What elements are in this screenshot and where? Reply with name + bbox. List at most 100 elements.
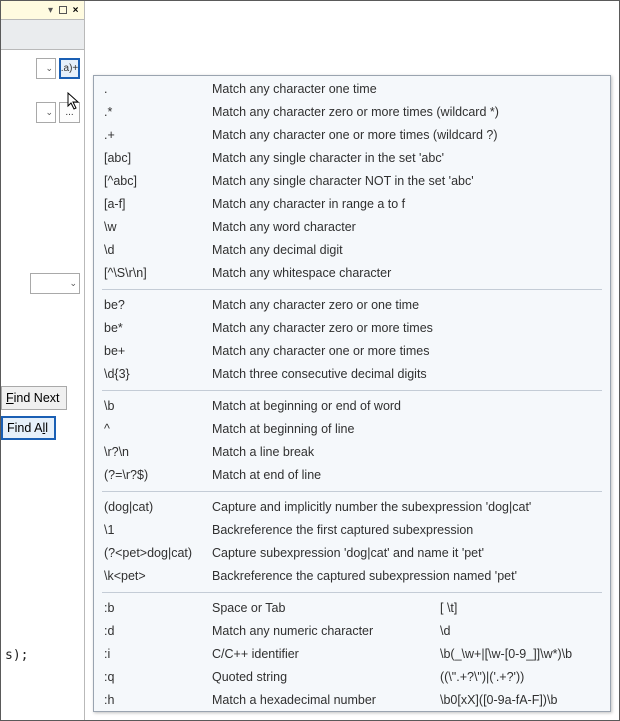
regex-menu-item[interactable]: \bMatch at beginning or end of word [94,395,610,418]
regex-description: Match any character zero or more times (… [212,103,600,122]
regex-pattern: :i [104,645,212,664]
regex-menu-item[interactable]: :bSpace or Tab[ \t] [94,597,610,620]
regex-description: Match at beginning of line [212,420,600,439]
regex-equivalent: \d [440,622,600,641]
regex-pattern: :b [104,599,212,618]
regex-description: Match any character one or more times (w… [212,126,600,145]
code-fragment: s); [5,648,28,663]
regex-menu-item[interactable]: :qQuoted string((\".+?\")|('.+?')) [94,666,610,689]
regex-menu-item[interactable]: be+Match any character one or more times [94,340,610,363]
regex-pattern: be? [104,296,212,315]
regex-description: Match any single character NOT in the se… [212,172,600,191]
regex-pattern: (dog|cat) [104,498,212,517]
regex-pattern: \w [104,218,212,237]
regex-description: Match any character in range a to f [212,195,600,214]
regex-menu-item[interactable]: .+Match any character one or more times … [94,124,610,147]
replace-with-combo[interactable]: ⌄ [36,102,56,123]
chevron-down-icon: ⌄ [69,278,77,289]
regex-menu-item[interactable]: \wMatch any word character [94,216,610,239]
regex-menu-item[interactable]: :iC/C++ identifier\b(_\w+|[\w-[0-9_]]\w*… [94,643,610,666]
regex-equivalent: ((\".+?\")|('.+?')) [440,668,600,687]
chevron-down-icon: ⌄ [45,107,53,118]
find-all-label: Find All [7,421,48,435]
regex-pattern: .* [104,103,212,122]
regex-menu-item[interactable]: \1Backreference the first captured subex… [94,519,610,542]
regex-pattern: (?=\r?$) [104,466,212,485]
regex-description: Match any character one time [212,80,600,99]
regex-description: Quoted string [212,668,440,687]
find-what-combo[interactable]: ⌄ [36,58,56,79]
titlebar: ▾ × [1,1,85,20]
regex-equivalent: \b0[xX]([0-9a-fA-F])\b [440,691,600,710]
find-next-row: Find Next [1,386,85,410]
regex-menu-item[interactable]: .*Match any character zero or more times… [94,101,610,124]
regex-pattern: \r?\n [104,443,212,462]
regex-menu-item[interactable]: .Match any character one time [94,78,610,101]
browse-button[interactable]: ... [59,102,80,123]
regex-pattern: [abc] [104,149,212,168]
find-next-label: Find Next [6,391,60,405]
separator [102,491,602,492]
regex-pattern: \b [104,397,212,416]
regex-pattern: :h [104,691,212,710]
regex-pattern: \d{3} [104,365,212,384]
maximize-icon[interactable] [59,6,67,14]
regex-description: Backreference the captured subexpression… [212,567,600,586]
regex-description: C/C++ identifier [212,645,440,664]
regex-description: Backreference the first captured subexpr… [212,521,600,540]
regex-pattern: (?<pet>dog|cat) [104,544,212,563]
regex-description: Match any whitespace character [212,264,600,283]
regex-description: Match any numeric character [212,622,440,641]
find-dialog-panel: ⌄ .a)+ ⌄ ... ⌄ Find Next Find All s); [1,50,85,720]
regex-menu-item[interactable]: :dMatch any numeric character\d [94,620,610,643]
regex-description: Match any decimal digit [212,241,600,260]
regex-description: Match a hexadecimal number [212,691,440,710]
regex-description: Match any character zero or one time [212,296,600,315]
regex-pattern: \1 [104,521,212,540]
regex-pattern: be+ [104,342,212,361]
regex-description: Match at beginning or end of word [212,397,600,416]
regex-menu-item[interactable]: (dog|cat)Capture and implicitly number t… [94,496,610,519]
regex-pattern: :d [104,622,212,641]
chevron-down-icon: ⌄ [45,63,53,74]
regex-equivalent: [ \t] [440,599,600,618]
separator [102,289,602,290]
regex-description: Match any character one or more times [212,342,600,361]
regex-menu-item[interactable]: \r?\nMatch a line break [94,441,610,464]
regex-pattern: [a-f] [104,195,212,214]
regex-menu-item[interactable]: (?=\r?$)Match at end of line [94,464,610,487]
regex-pattern: .+ [104,126,212,145]
find-all-button[interactable]: Find All [1,416,56,440]
regex-menu-item[interactable]: \d{3}Match three consecutive decimal dig… [94,363,610,386]
regex-menu-item[interactable]: be*Match any character zero or more time… [94,317,610,340]
regex-description: Match any word character [212,218,600,237]
regex-menu-item[interactable]: [^\S\r\n]Match any whitespace character [94,262,610,285]
regex-menu-item[interactable]: \dMatch any decimal digit [94,239,610,262]
regex-menu-item[interactable]: ^Match at beginning of line [94,418,610,441]
regex-menu-item[interactable]: be?Match any character zero or one time [94,294,610,317]
regex-pattern: [^\S\r\n] [104,264,212,283]
regex-menu-item[interactable]: \k<pet>Backreference the captured subexp… [94,565,610,588]
regex-pattern: be* [104,319,212,338]
separator [102,592,602,593]
regex-description: Match at end of line [212,466,600,485]
browse-label: ... [65,107,73,118]
regex-pattern: ^ [104,420,212,439]
find-all-row: Find All [1,416,85,440]
regex-menu-item[interactable]: [a-f]Match any character in range a to f [94,193,610,216]
find-what-row: ⌄ .a)+ [1,58,80,79]
regex-menu-item[interactable]: [^abc]Match any single character NOT in … [94,170,610,193]
find-next-button[interactable]: Find Next [1,386,67,410]
dropdown-icon[interactable]: ▾ [44,4,57,17]
close-icon[interactable]: × [69,4,82,17]
regex-pattern: [^abc] [104,172,212,191]
regex-pattern: \k<pet> [104,567,212,586]
look-in-combo[interactable]: ⌄ [30,273,80,294]
regex-description: Match a line break [212,443,600,462]
regex-builder-button[interactable]: .a)+ [59,58,80,79]
regex-menu-item[interactable]: :hMatch a hexadecimal number\b0[xX]([0-9… [94,689,610,712]
regex-builder-label: .a)+ [61,63,79,74]
regex-description: Capture and implicitly number the subexp… [212,498,600,517]
regex-menu-item[interactable]: (?<pet>dog|cat)Capture subexpression 'do… [94,542,610,565]
regex-menu-item[interactable]: [abc]Match any single character in the s… [94,147,610,170]
